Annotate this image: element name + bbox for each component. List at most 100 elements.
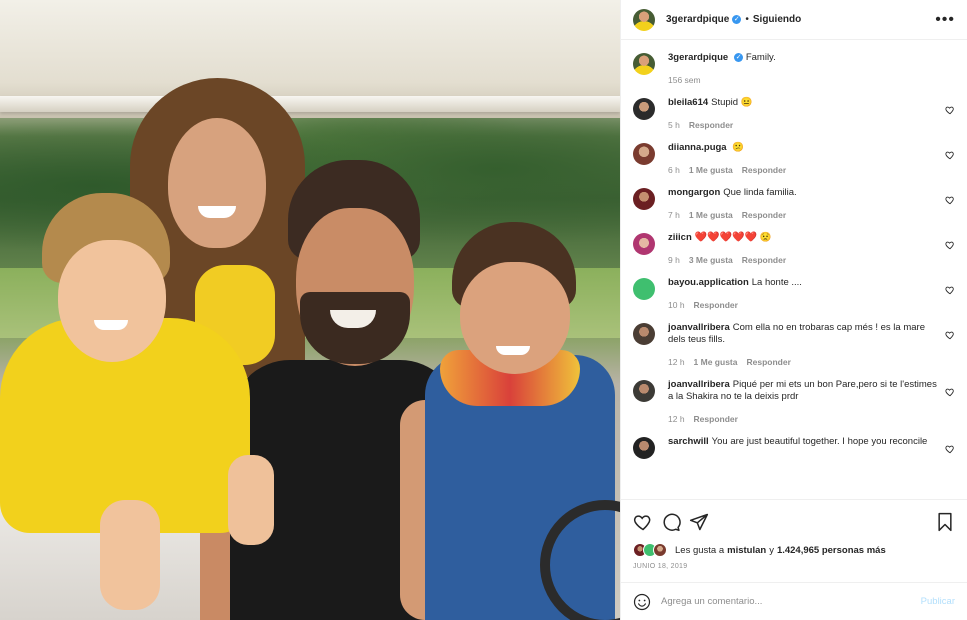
following-button[interactable]: Siguiendo — [753, 14, 801, 25]
comment-time[interactable]: 9 h — [668, 255, 680, 265]
comment-username[interactable]: diianna.puga — [668, 142, 727, 153]
list-item: sarchwill You are just beautiful together… — [633, 436, 955, 459]
like-comment-heart-icon[interactable] — [945, 444, 955, 454]
reply-button[interactable]: Responder — [689, 120, 733, 130]
comment-username[interactable]: mongargon — [668, 187, 720, 198]
comment-time[interactable]: 6 h — [668, 165, 680, 175]
left-boy-arm — [100, 500, 160, 610]
comments-list[interactable]: 3gerardpique ✓ Family. 156 sem bleila614 S… — [621, 41, 967, 499]
post-photo[interactable] — [0, 0, 620, 620]
comment-meta: 5 h Responder — [668, 119, 944, 131]
comment-meta: 7 h 1 Me gusta Responder — [668, 209, 944, 221]
comment-time[interactable]: 5 h — [668, 120, 680, 130]
avatar[interactable] — [633, 143, 655, 165]
comment-meta: 12 h Responder — [668, 413, 944, 425]
avatar[interactable] — [633, 98, 655, 120]
comment-emoji: 😟 — [759, 232, 772, 243]
comment-like-count[interactable]: 3 Me gusta — [689, 255, 733, 265]
list-item: ziiicn ❤️❤️❤️❤️❤️ 😟 9 h 3 Me gusta Responde… — [633, 232, 955, 266]
likes-prefix: Les gusta a — [675, 544, 725, 556]
comment-input[interactable] — [661, 596, 906, 607]
likes-count-link[interactable]: 1.424,965 personas más — [777, 545, 886, 556]
reply-button[interactable]: Responder — [742, 165, 786, 175]
comment-meta: 9 h 3 Me gusta Responder — [668, 254, 944, 266]
comment-username[interactable]: joanvallribera — [668, 379, 730, 390]
comment-username[interactable]: ziiicn — [668, 232, 692, 243]
verified-badge-icon: ✓ — [734, 52, 744, 62]
post-date[interactable]: JUNIO 18, 2019 — [633, 563, 955, 570]
comment-username[interactable]: bayou.application — [668, 277, 749, 288]
comment-text: You are just beautiful together. I hope … — [711, 436, 928, 447]
likes-connector: y — [769, 544, 774, 556]
list-item: bleila614 Stupid 😐 5 h Responder — [633, 97, 955, 131]
liker-avatars — [633, 543, 671, 557]
like-comment-heart-icon[interactable] — [945, 330, 955, 340]
likes-summary: Les gusta a mistulan y 1.424,965 persona… — [633, 543, 955, 557]
comment-bubble-icon[interactable] — [661, 512, 681, 532]
emoji-picker-icon[interactable] — [633, 593, 651, 611]
likes-user-link[interactable]: mistulan — [727, 545, 766, 556]
comment-like-count[interactable]: 1 Me gusta — [694, 357, 738, 367]
comment-text: Que linda familia. — [723, 187, 797, 198]
share-send-icon[interactable] — [689, 512, 709, 532]
reply-button[interactable]: Responder — [742, 210, 786, 220]
publish-button[interactable]: Publicar — [921, 596, 955, 607]
like-comment-heart-icon[interactable] — [945, 195, 955, 205]
post-header: 3gerardpique ✓ • Siguiendo ••• — [621, 0, 967, 40]
like-comment-heart-icon[interactable] — [945, 150, 955, 160]
caption-text: Family. — [745, 52, 776, 63]
list-item: mongargon Que linda familia. 7 h 1 Me gust… — [633, 187, 955, 221]
comment-emoji: 😐 — [740, 97, 753, 108]
avatar[interactable] — [633, 323, 655, 345]
caption-username[interactable]: 3gerardpique — [668, 52, 728, 63]
list-item: diianna.puga 😕 6 h 1 Me gusta Responder — [633, 142, 955, 176]
woman-face — [168, 118, 266, 248]
comment-meta: 6 h 1 Me gusta Responder — [668, 164, 944, 176]
comment-time[interactable]: 12 h — [668, 414, 685, 424]
comment-meta: 10 h Responder — [668, 299, 944, 311]
like-comment-heart-icon[interactable] — [945, 387, 955, 397]
add-comment-bar: Publicar — [621, 582, 967, 620]
comment-like-count[interactable]: 1 Me gusta — [689, 210, 733, 220]
comment-time[interactable]: 10 h — [668, 300, 685, 310]
caption-meta: 156 sem — [668, 74, 944, 86]
comment-username[interactable]: sarchwill — [668, 436, 709, 447]
avatar[interactable] — [633, 437, 655, 459]
avatar[interactable] — [633, 380, 655, 402]
avatar[interactable] — [633, 53, 655, 75]
comment-time[interactable]: 12 h — [668, 357, 685, 367]
photo-canopy-bar — [0, 96, 620, 112]
like-heart-icon[interactable] — [633, 512, 653, 532]
avatar[interactable] — [633, 278, 655, 300]
reply-button[interactable]: Responder — [746, 357, 790, 367]
comment-username[interactable]: bleila614 — [668, 97, 708, 108]
avatar — [653, 543, 667, 557]
like-comment-heart-icon[interactable] — [945, 285, 955, 295]
post-username[interactable]: 3gerardpique — [666, 14, 729, 25]
list-item: joanvallribera Com ella no en trobaras ca… — [633, 322, 955, 368]
comment-emoji: 😕 — [732, 142, 745, 153]
like-comment-heart-icon[interactable] — [945, 240, 955, 250]
left-boy-hand — [228, 455, 274, 545]
avatar[interactable] — [633, 8, 655, 31]
more-options-icon[interactable]: ••• — [935, 11, 955, 27]
comment-username[interactable]: joanvallribera — [668, 322, 730, 333]
comment-like-count[interactable]: 1 Me gusta — [689, 165, 733, 175]
comment-text: Stupid — [711, 97, 739, 108]
post-actions: Les gusta a mistulan y 1.424,965 persona… — [621, 499, 967, 570]
like-comment-heart-icon[interactable] — [945, 105, 955, 115]
separator-dot: • — [745, 14, 749, 25]
save-bookmark-icon[interactable] — [935, 512, 955, 532]
comment-meta: 12 h 1 Me gusta Responder — [668, 356, 944, 368]
comment-time[interactable]: 7 h — [668, 210, 680, 220]
list-item: joanvallribera Piqué per mi ets un bon Pa… — [633, 379, 955, 425]
reply-button[interactable]: Responder — [694, 414, 738, 424]
avatar[interactable] — [633, 233, 655, 255]
avatar[interactable] — [633, 188, 655, 210]
verified-badge-icon: ✓ — [732, 15, 742, 24]
post-side-panel: 3gerardpique ✓ • Siguiendo ••• 3gerardpi… — [620, 0, 967, 620]
list-item: bayou.application La honte .... 10 h Respo… — [633, 277, 955, 311]
reply-button[interactable]: Responder — [694, 300, 738, 310]
caption-age[interactable]: 156 sem — [668, 75, 701, 85]
reply-button[interactable]: Responder — [742, 255, 786, 265]
